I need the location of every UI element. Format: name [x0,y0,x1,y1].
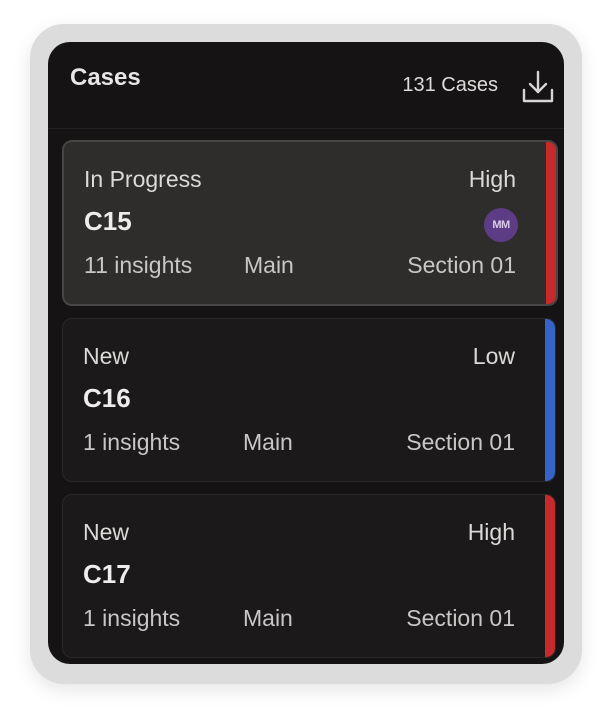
case-id: C16 [83,383,131,413]
case-location: Main [243,429,293,455]
case-section: Section 01 [407,252,516,278]
priority-indicator-bar [545,319,555,481]
case-card-c17[interactable]: New High C17 1 insights Main Section 01 [62,494,556,658]
case-section: Section 01 [406,429,515,455]
case-location: Main [244,252,294,278]
download-icon [522,70,554,103]
priority-indicator-bar [545,495,555,657]
case-status: New [83,519,130,545]
case-insights-count: 11 insights [84,252,193,278]
page-title: Cases [70,64,141,91]
case-insights-count: 1 insights [83,605,181,631]
assignee-avatar[interactable]: MM [484,208,518,242]
priority-indicator-bar [546,142,556,304]
case-status: New [83,343,130,369]
case-card-c16[interactable]: New Low C16 1 insights Main Section 01 [62,318,556,482]
case-insights-count: 1 insights [83,429,181,455]
cases-panel: Cases 131 Cases In Progress High C15 MM … [48,42,564,664]
case-id: C15 [84,206,132,236]
case-id: C17 [83,559,131,589]
case-count: 131 Cases [402,74,498,96]
case-priority: High [468,166,516,192]
case-status: In Progress [84,166,202,192]
download-button[interactable] [520,68,556,106]
case-priority: High [467,519,515,545]
case-location: Main [243,605,293,631]
cases-header: Cases 131 Cases [48,42,564,129]
case-priority: Low [472,343,515,369]
case-section: Section 01 [406,605,515,631]
case-card-c15[interactable]: In Progress High C15 MM 11 insights Main… [62,140,558,306]
